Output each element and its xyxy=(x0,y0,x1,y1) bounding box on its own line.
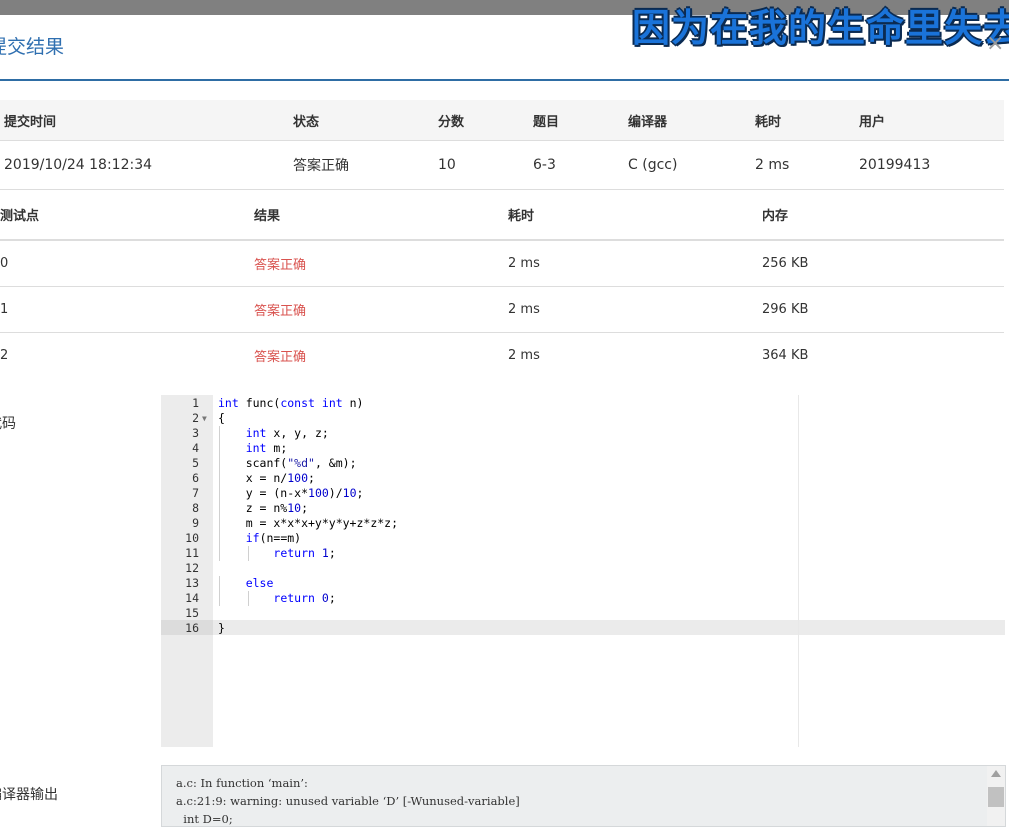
code-line: 5 scanf("%d", &m); xyxy=(161,456,1005,471)
user-value: 20199413 xyxy=(859,140,1004,190)
score-value: 10 xyxy=(438,140,533,190)
line-number: 15 xyxy=(185,606,199,620)
code-line: 15 xyxy=(161,606,1005,621)
code-text: x = n/100; xyxy=(218,471,315,485)
overlay-caption: 因为在我的生命里失去 xyxy=(632,6,1009,50)
code-text: scanf("%d", &m); xyxy=(218,456,357,470)
compiler-output-box[interactable]: a.c: In function ‘main’: a.c:21:9: warni… xyxy=(161,765,1006,827)
table-row: 0 答案正确 2 ms 256 KB xyxy=(0,240,1004,287)
title-divider xyxy=(0,79,1009,81)
code-line: 4 int m; xyxy=(161,441,1005,456)
table-row: 2 答案正确 2 ms 364 KB xyxy=(0,333,1004,379)
line-number: 14 xyxy=(185,591,199,605)
compiler-value: C (gcc) xyxy=(628,140,755,190)
code-text: } xyxy=(218,621,225,635)
code-line: 14 return 0; xyxy=(161,591,1005,606)
testcase-result: 答案正确 xyxy=(254,286,508,333)
scroll-up-icon[interactable] xyxy=(991,770,1001,777)
line-number: 6 xyxy=(192,471,199,485)
col-status: 状态 xyxy=(293,100,438,141)
code-line: 8 z = n%10; xyxy=(161,501,1005,516)
code-text: return 0; xyxy=(273,591,336,605)
code-line: 2 ▼ { xyxy=(161,411,1005,426)
col-score: 分数 xyxy=(438,100,533,141)
code-line: 9 m = x*x*x+y*y*y+z*z*z; xyxy=(161,516,1005,531)
scrollbar-thumb[interactable] xyxy=(988,787,1004,807)
testcase-time: 2 ms xyxy=(508,286,762,333)
col-compiler: 编译器 xyxy=(628,100,755,141)
code-editor[interactable]: 1 int func(const int n) 2 ▼{3 int x, y, z; 4… xyxy=(161,395,1005,747)
col-submit-time: 提交时间 xyxy=(0,100,293,141)
code-text: return 1; xyxy=(273,546,336,560)
line-number: 16 xyxy=(185,621,199,635)
code-label: 代码 xyxy=(0,416,16,432)
line-number: 11 xyxy=(185,546,199,560)
line-number: 10 xyxy=(185,531,199,545)
dialog-title: 提交结果 xyxy=(0,36,65,58)
code-text: int x, y, z; xyxy=(245,426,329,440)
line-number: 5 xyxy=(192,456,199,470)
testcase-memory: 296 KB xyxy=(762,286,1004,333)
testcase-result: 答案正确 xyxy=(254,350,307,365)
code-line: 3 int x, y, z; xyxy=(161,426,1005,441)
line-number: 4 xyxy=(192,441,199,455)
submit-time: 2019/10/24 18:12:34 xyxy=(0,140,293,190)
col-problem: 题目 xyxy=(533,100,628,141)
code-text: y = (n-x*100)/10; xyxy=(218,486,364,500)
col-testcase-time: 耗时 xyxy=(508,190,762,241)
problem-link[interactable]: 6-3 xyxy=(533,140,628,190)
testcase-header-row: 测试点 结果 耗时 内存 xyxy=(0,190,1004,241)
line-number: 1 xyxy=(192,396,199,410)
line-number: 12 xyxy=(185,561,199,575)
close-icon[interactable]: × xyxy=(986,32,1004,56)
code-line: 11 return 1; xyxy=(161,546,1005,561)
code-line: 13 else xyxy=(161,576,1005,591)
table-row: 1 答案正确 2 ms 296 KB xyxy=(0,286,1004,333)
col-testcase: 测试点 xyxy=(0,190,254,241)
testcase-time: 2 ms xyxy=(508,348,540,363)
code-line: 10 if(n==m) xyxy=(161,531,1005,546)
col-result: 结果 xyxy=(254,190,508,241)
code-line: 16} xyxy=(161,621,1005,636)
submission-header-row: 提交时间 状态 分数 题目 编译器 耗时 用户 xyxy=(0,100,1004,141)
fold-arrow-icon[interactable]: ▼ xyxy=(202,411,207,426)
submission-row: 2019/10/24 18:12:34 答案正确 10 6-3 C (gcc) … xyxy=(0,140,1004,190)
line-number: 9 xyxy=(192,516,199,530)
code-text: if(n==m) xyxy=(245,531,302,545)
scrollbar[interactable] xyxy=(987,766,1005,826)
compiler-output-text: a.c: In function ‘main’: a.c:21:9: warni… xyxy=(176,776,520,826)
code-line: 1 int func(const int n) xyxy=(161,396,1005,411)
code-text: int func(const int n) xyxy=(218,396,364,410)
code-text: { xyxy=(218,411,225,425)
code-line: 7 y = (n-x*100)/10; xyxy=(161,486,1005,501)
line-number: 3 xyxy=(192,426,199,440)
col-user: 用户 xyxy=(859,100,1004,141)
code-text: int m; xyxy=(245,441,288,455)
compiler-output-label: 编译器输出 xyxy=(0,787,58,803)
testcase-id: 2 xyxy=(0,348,9,363)
testcase-result: 答案正确 xyxy=(254,240,508,287)
testcase-time: 2 ms xyxy=(508,240,762,287)
line-number: 13 xyxy=(185,576,199,590)
testcase-id: 0 xyxy=(0,240,254,287)
testcase-id: 1 xyxy=(0,286,254,333)
status-badge: 答案正确 xyxy=(293,140,438,190)
code-text: z = n%10; xyxy=(218,501,309,515)
code-line: 12 xyxy=(161,561,1005,576)
code-text: else xyxy=(245,576,274,590)
line-number: 2 xyxy=(192,411,199,425)
code-line: 6 x = n/100; xyxy=(161,471,1005,486)
code-lines: 1 int func(const int n) 2 ▼{3 int x, y, z; 4… xyxy=(161,396,1005,636)
line-number: 7 xyxy=(192,486,199,500)
col-memory: 内存 xyxy=(762,190,1004,241)
testcase-table: 测试点 结果 耗时 内存 0 答案正确 2 ms 256 KB 1 答案正确 2… xyxy=(0,190,1004,378)
code-text: m = x*x*x+y*y*y+z*z*z; xyxy=(218,516,399,530)
testcase-memory: 364 KB xyxy=(762,348,809,363)
col-time: 耗时 xyxy=(755,100,859,141)
line-number: 8 xyxy=(192,501,199,515)
time-value: 2 ms xyxy=(755,140,859,190)
submission-table: 提交时间 状态 分数 题目 编译器 耗时 用户 2019/10/24 18:12… xyxy=(0,100,1004,190)
testcase-memory: 256 KB xyxy=(762,240,1004,287)
